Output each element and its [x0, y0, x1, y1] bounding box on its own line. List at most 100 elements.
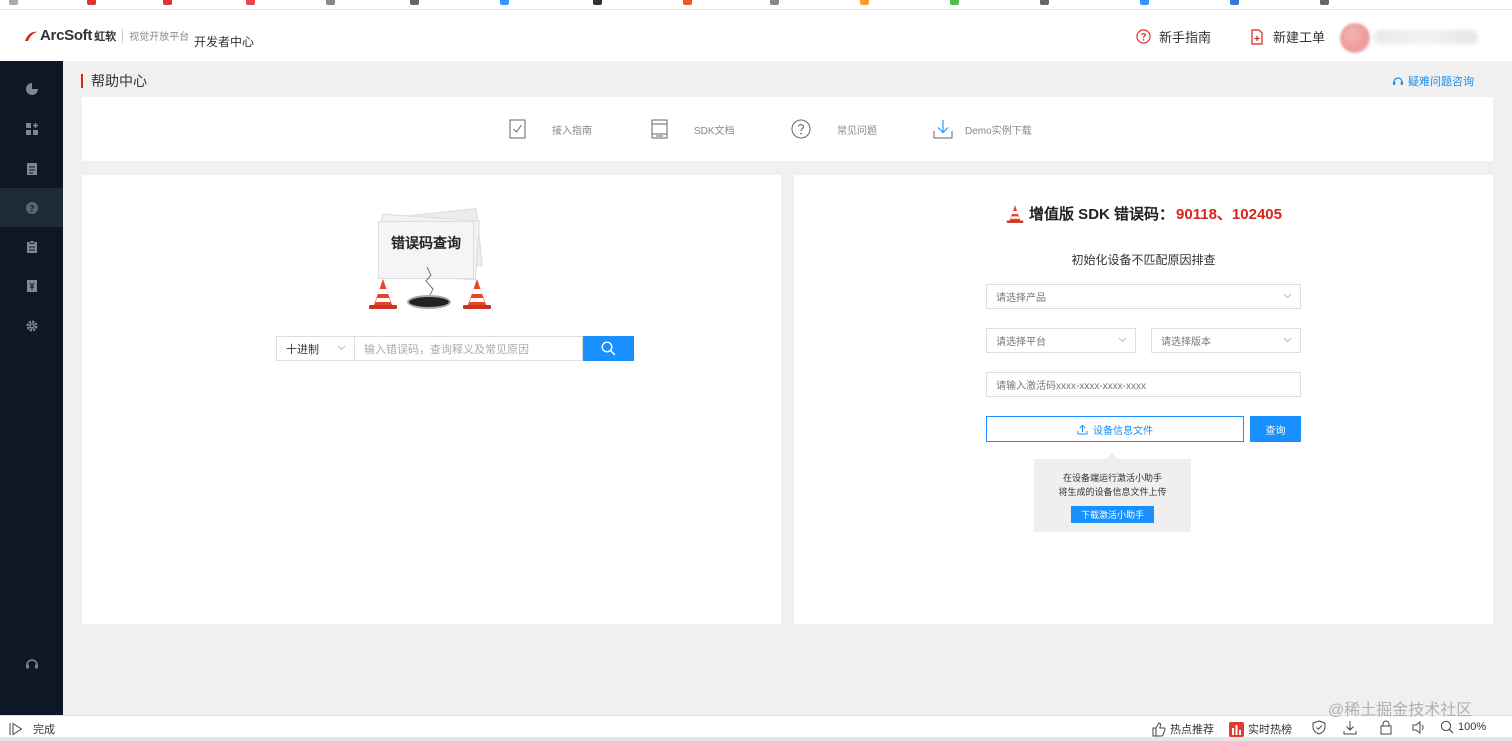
logo-cn: 虹软: [94, 30, 117, 43]
sidebar-item-dashboard[interactable]: [0, 69, 63, 108]
nav-item-demo-download[interactable]: Demo实例下载: [933, 119, 1032, 139]
sdk-error-title-prefix: 增值版 SDK 错误码：: [1029, 206, 1175, 223]
top-header: ArcSoft 虹软 视觉开放平台 开发者中心 新手指南 新建工单: [0, 10, 1512, 61]
bookmark-icon[interactable]: [163, 0, 172, 5]
consult-link[interactable]: 疑难问题咨询: [1392, 73, 1474, 89]
headset-icon: [25, 658, 38, 668]
bookmark-icon[interactable]: [1140, 0, 1149, 5]
logo-divider: [122, 28, 124, 43]
sidebar-item-document[interactable]: [0, 149, 63, 188]
thumbs-up-icon: [1151, 721, 1166, 737]
guide-link-label: 新手指南: [1159, 30, 1212, 45]
bookmark-icon[interactable]: [500, 0, 509, 5]
bookmark-icon[interactable]: [1040, 0, 1049, 5]
platform-select-placeholder: 请选择平台: [996, 337, 1046, 348]
invoice-icon: [26, 279, 37, 292]
base-select-value: 十进制: [286, 343, 319, 356]
search-button[interactable]: [583, 336, 634, 361]
sidebar-item-apps[interactable]: [0, 109, 63, 148]
bookmark-icon[interactable]: [87, 0, 96, 5]
shield-icon[interactable]: [1312, 720, 1326, 735]
breadcrumb: 帮助中心: [81, 71, 147, 91]
sidebar-item-support[interactable]: [0, 644, 63, 683]
sdk-error-codes: 90118、102405: [1176, 206, 1282, 223]
error-search-row: 十进制 输入错误码，查询释义及常见原因: [276, 336, 634, 361]
download-icon: [933, 119, 953, 139]
sidebar-item-help[interactable]: ?: [0, 188, 63, 227]
error-code-placeholder: 输入错误码，查询释义及常见原因: [364, 343, 529, 356]
consult-link-label: 疑难问题咨询: [1408, 76, 1474, 88]
sidebar-item-clipboard[interactable]: [0, 227, 63, 266]
sidebar-item-invoice[interactable]: [0, 266, 63, 305]
error-code-input[interactable]: 输入错误码，查询释义及常见原因: [354, 336, 583, 361]
chevron-down-icon: [1283, 337, 1292, 343]
sdk-error-title: 增值版 SDK 错误码： 90118、102405: [794, 203, 1493, 224]
pothole-icon: [407, 295, 451, 309]
bookmark-icon[interactable]: [410, 0, 419, 5]
upload-device-file-button[interactable]: 设备信息文件: [986, 416, 1244, 442]
headset-icon: [1392, 75, 1404, 87]
version-select[interactable]: 请选择版本: [1151, 328, 1301, 353]
activation-code-placeholder: 请输入激活码xxxx-xxxx-xxxx-xxxx: [996, 381, 1146, 392]
lock-icon[interactable]: [1379, 720, 1393, 735]
nav-label-sdk-doc: SDK文档: [694, 125, 735, 137]
zoom-icon[interactable]: [1440, 720, 1454, 735]
upload-icon: [1077, 424, 1088, 435]
zoom-level[interactable]: 100%: [1458, 721, 1486, 733]
chevron-down-icon: [1283, 293, 1292, 299]
bookmark-icon[interactable]: [9, 0, 18, 5]
nav-label-guide: 接入指南: [552, 125, 592, 137]
realtime-hot-link[interactable]: 实时热榜: [1229, 721, 1292, 737]
page-title: 帮助中心: [91, 73, 147, 89]
sidebar-item-settings[interactable]: [0, 306, 63, 345]
logo-text: ArcSoft: [40, 27, 93, 44]
crack-icon: [425, 267, 434, 297]
question-circle-icon: [1135, 29, 1151, 45]
nav-item-faq[interactable]: 常见问题: [791, 119, 877, 139]
bookmark-icon[interactable]: [770, 0, 779, 5]
bookmark-icon[interactable]: [1320, 0, 1329, 5]
volume-icon[interactable]: [1412, 720, 1426, 735]
tooltip-line-2: 将生成的设备信息文件上传: [1058, 487, 1167, 497]
tooltip-line-1: 在设备端运行激活小助手: [1062, 473, 1162, 483]
sidebar: ?: [0, 61, 63, 715]
bookmark-icon[interactable]: [683, 0, 692, 5]
help-nav-card: 接入指南 SDK文档 常见问题 Demo实例下载: [82, 97, 1493, 161]
nav-item-guide[interactable]: 接入指南: [509, 119, 592, 139]
status-text: 完成: [33, 724, 55, 736]
bookmark-icon[interactable]: [950, 0, 959, 5]
bookmark-icon[interactable]: [593, 0, 602, 5]
hot-recommend-link[interactable]: 热点推荐: [1151, 721, 1214, 737]
bookmark-icon[interactable]: [326, 0, 335, 5]
dev-center-link[interactable]: 开发者中心: [194, 33, 254, 50]
play-icon[interactable]: [9, 722, 23, 736]
nav-item-sdk-doc[interactable]: SDK文档: [651, 119, 735, 139]
bookmark-icon[interactable]: [860, 0, 869, 5]
logo-swoosh-icon: [24, 30, 38, 42]
product-select[interactable]: 请选择产品: [986, 284, 1301, 309]
document-icon: [26, 162, 37, 175]
base-select[interactable]: 十进制: [276, 336, 354, 361]
status-area: 完成: [9, 721, 55, 737]
guide-link[interactable]: 新手指南: [1135, 27, 1211, 46]
download-icon[interactable]: [1343, 720, 1357, 735]
avatar[interactable]: [1340, 23, 1370, 53]
help-icon: ?: [25, 201, 38, 214]
user-name-blurred[interactable]: [1374, 30, 1478, 44]
chevron-down-icon: [1118, 337, 1127, 343]
query-button[interactable]: 查询: [1250, 416, 1301, 442]
bookmark-icon[interactable]: [246, 0, 255, 5]
arcsoft-logo[interactable]: ArcSoft 虹软 视觉开放平台: [24, 27, 189, 44]
traffic-cone-icon: [1005, 204, 1025, 224]
platform-select[interactable]: 请选择平台: [986, 328, 1136, 353]
new-ticket-link[interactable]: 新建工单: [1249, 27, 1325, 46]
clipboard-icon: [26, 239, 37, 253]
doc-icon: [651, 119, 668, 139]
bookmark-icon[interactable]: [1230, 0, 1239, 5]
helper-tooltip: 在设备端运行激活小助手 将生成的设备信息文件上传 下载激活小助手: [1034, 453, 1191, 532]
main-content: 帮助中心 疑难问题咨询 接入指南 SDK文档 常见问题 Demo实例下载 错误码…: [63, 61, 1512, 715]
download-helper-button[interactable]: 下载激活小助手: [1071, 506, 1154, 523]
nav-label-demo-download: Demo实例下载: [965, 125, 1032, 137]
bookmarks-bar: [0, 0, 1512, 10]
activation-code-input[interactable]: 请输入激活码xxxx-xxxx-xxxx-xxxx: [986, 372, 1301, 397]
